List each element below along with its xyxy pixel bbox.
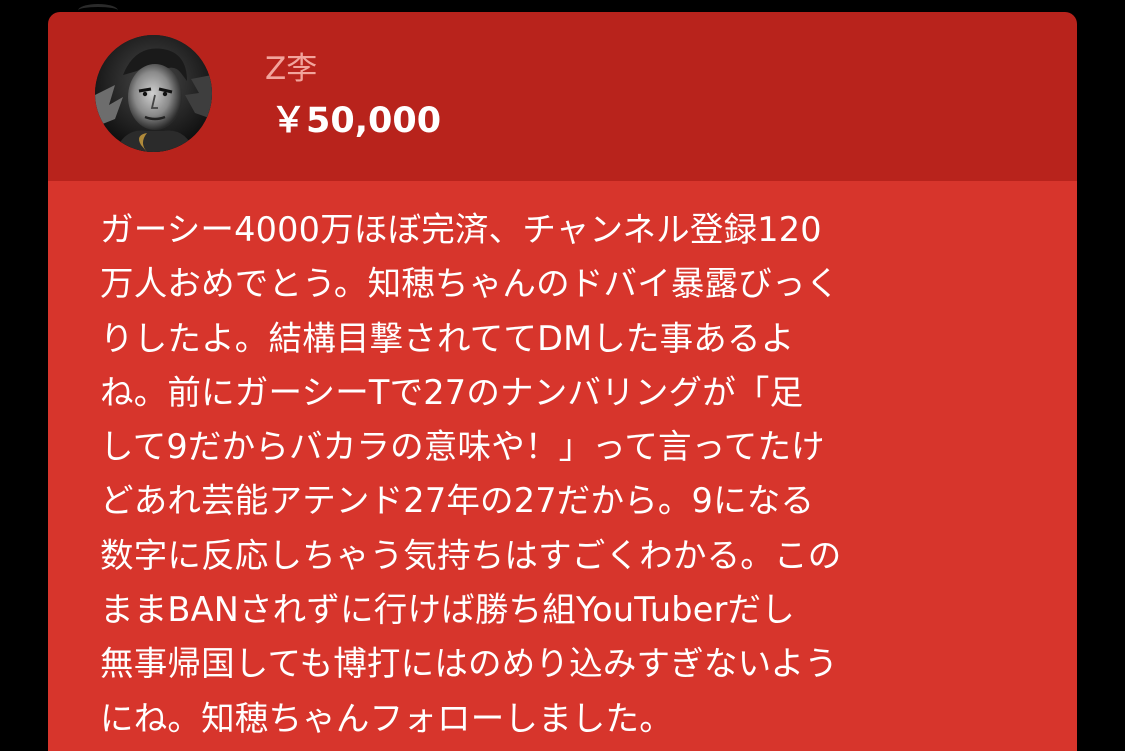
username: Z李	[265, 51, 318, 87]
super-chat-header: Z李 ￥50,000	[48, 12, 1077, 181]
avatar-portrait-icon	[95, 35, 212, 152]
super-chat-body: ガーシー4000万ほぼ完済、チャンネル登録120 万人おめでとう。知穂ちゃんのド…	[48, 181, 1077, 751]
message-text: ガーシー4000万ほぼ完済、チャンネル登録120 万人おめでとう。知穂ちゃんのド…	[100, 210, 842, 738]
super-chat-card[interactable]: Z李 ￥50,000 ガーシー4000万ほぼ完済、チャンネル登録120 万人おめ…	[48, 12, 1077, 751]
screen: Z李 ￥50,000 ガーシー4000万ほぼ完済、チャンネル登録120 万人おめ…	[0, 0, 1125, 751]
donation-amount: ￥50,000	[271, 101, 442, 141]
avatar[interactable]	[95, 35, 212, 152]
